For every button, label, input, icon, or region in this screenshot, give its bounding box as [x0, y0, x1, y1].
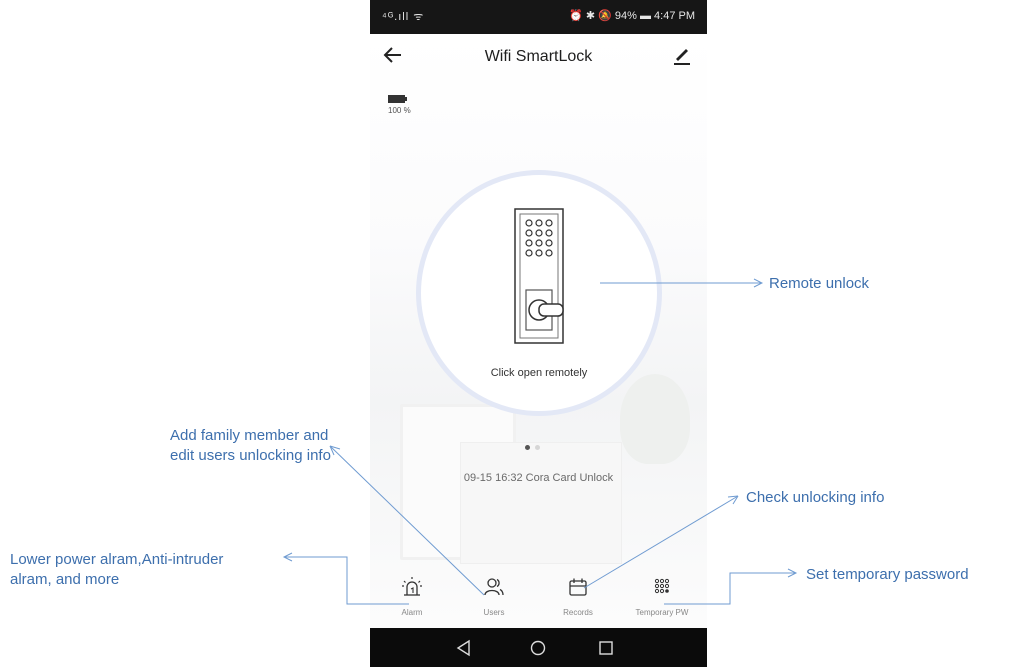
users-annotation-line1: Add family member and [170, 427, 329, 444]
page-dot [535, 445, 540, 450]
users-annotation-line2: edit users unlocking info [170, 447, 331, 464]
door-lock-keypad-icon [514, 208, 564, 344]
recents-square-icon[interactable] [596, 638, 616, 658]
users-icon [484, 578, 504, 596]
status-right-indicators: ⏰ ✱ 🔕 94% ▬ 4:47 PM [569, 10, 695, 22]
records-annotation: Check unlocking info [746, 489, 885, 506]
latest-record-text: 09-15 16:32 Cora Card Unlock [463, 472, 614, 484]
tab-alarm[interactable]: Alarm [372, 576, 452, 617]
bottom-tab-bar: Alarm Users Records Temporary PW [370, 566, 707, 628]
tab-records[interactable]: Records [538, 576, 618, 617]
calendar-icon [569, 578, 587, 596]
background-plant [620, 374, 690, 464]
status-bar: ⁴ᴳ.ıll ᯤ ⏰ ✱ 🔕 94% ▬ 4:47 PM [370, 0, 707, 34]
records-arrowhead [727, 495, 739, 505]
tab-records-label: Records [563, 608, 593, 617]
page-title: Wifi SmartLock [484, 48, 593, 65]
alarm-annotation-line1: Lower power alram,Anti-intruder [10, 551, 224, 568]
pencil-icon[interactable] [671, 44, 693, 66]
home-circle-icon[interactable] [528, 638, 548, 658]
phone-screen: ⁴ᴳ.ıll ᯤ ⏰ ✱ 🔕 94% ▬ 4:47 PM Wifi SmartL… [370, 0, 707, 667]
tab-users[interactable]: Users [454, 576, 534, 617]
battery-icon [388, 95, 407, 103]
click-open-remotely-label: Click open remotely [490, 367, 588, 379]
alarm-arrowhead [282, 552, 293, 562]
signal-indicator: ⁴ᴳ.ıll ᯤ [382, 11, 425, 23]
remote-unlock-arrowhead [753, 278, 764, 288]
background-board [460, 442, 622, 564]
alarm-icon [402, 577, 422, 596]
temp-pw-annotation: Set temporary password [806, 566, 969, 583]
back-triangle-icon[interactable] [454, 638, 474, 658]
tab-temporary-pw-label: Temporary PW [635, 608, 689, 617]
tab-temporary-pw[interactable]: Temporary PW [622, 576, 702, 617]
system-navigation-bar [370, 628, 707, 667]
app-header: Wifi SmartLock [370, 34, 707, 80]
page-indicator [525, 437, 545, 455]
temp-pw-arrowhead [787, 568, 798, 578]
alarm-annotation-line2: alram, and more [10, 571, 120, 588]
remote-unlock-button[interactable]: Click open remotely [421, 175, 657, 411]
keypad-icon [654, 578, 670, 594]
remote-unlock-annotation: Remote unlock [769, 275, 870, 292]
tab-users-label: Users [483, 608, 505, 617]
battery-status: 100 % [388, 94, 411, 115]
users-arrowhead [329, 445, 341, 456]
battery-level: 100 % [388, 106, 411, 115]
page-dot-active [525, 445, 530, 450]
tab-alarm-label: Alarm [401, 608, 423, 617]
